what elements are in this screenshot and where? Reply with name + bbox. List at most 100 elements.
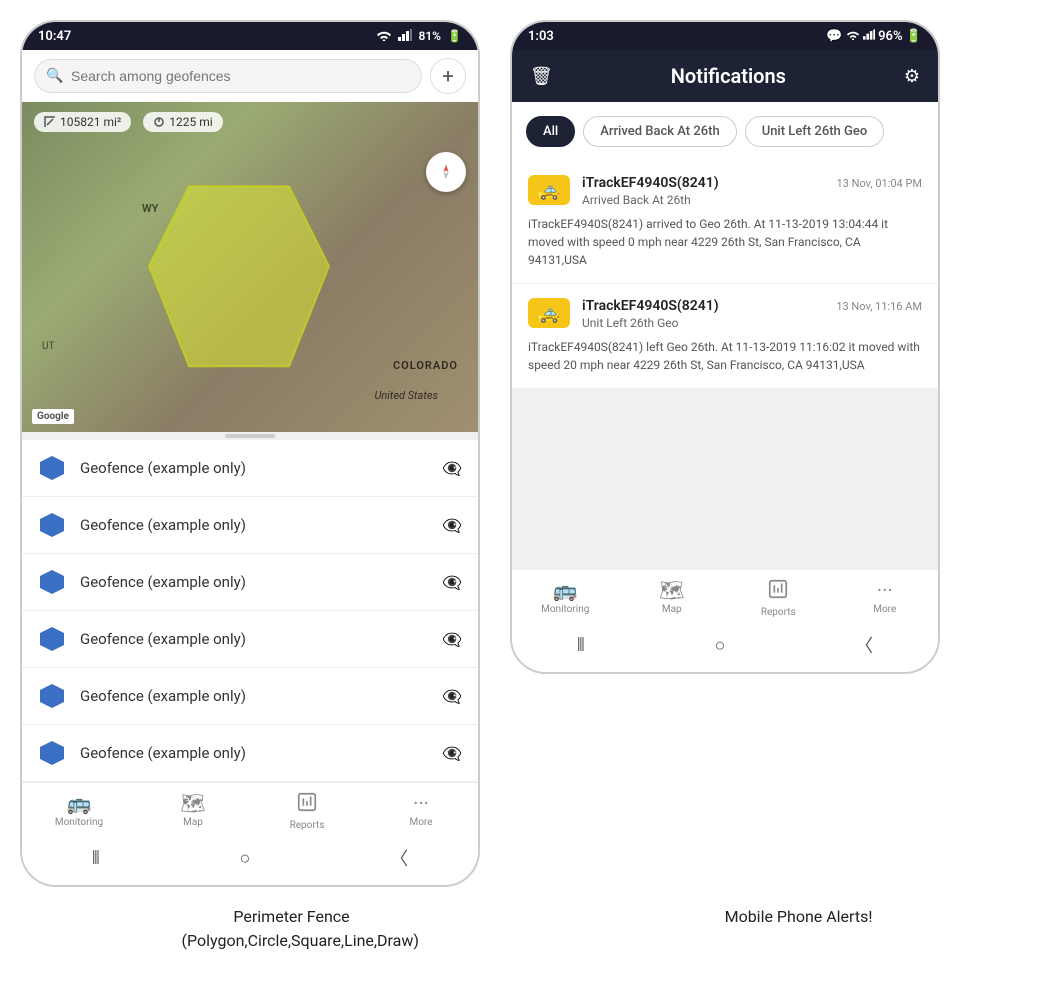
- more-icon-right: ···: [877, 578, 893, 602]
- map-stats: 105821 mi² 1225 mi: [34, 112, 223, 132]
- geofence-label-3: Geofence (example only): [80, 573, 428, 591]
- search-container: 🔍: [34, 59, 422, 93]
- notification-body-2: iTrackEF4940S(8241) left Geo 26th. At 11…: [528, 338, 922, 374]
- map-area: 105821 mi² 1225 mi: [22, 102, 478, 432]
- geofence-shape-icon: [38, 454, 66, 482]
- geofence-shape-icon: [38, 568, 66, 596]
- notification-item-1[interactable]: 🚕 iTrackEF4940S(8241) 13 Nov, 01:04 PM A…: [512, 161, 938, 284]
- home-button-right[interactable]: ○: [715, 635, 726, 656]
- notification-list: 🚕 iTrackEF4940S(8241) 13 Nov, 01:04 PM A…: [512, 161, 938, 389]
- car-avatar-1: 🚕: [528, 175, 570, 205]
- notification-body-1: iTrackEF4940S(8241) arrived to Geo 26th.…: [528, 215, 922, 269]
- recent-apps-button-right[interactable]: ⦀: [577, 635, 585, 656]
- nav-map-left[interactable]: 🗺 Map: [163, 791, 223, 831]
- wifi-icon: [376, 29, 392, 44]
- nav-reports-left[interactable]: Reports: [277, 791, 337, 831]
- compass-button[interactable]: [426, 152, 466, 192]
- geofence-item-4[interactable]: Geofence (example only) 👁‍🗨: [22, 611, 478, 668]
- country-label: United States: [374, 389, 438, 402]
- visibility-toggle-3[interactable]: 👁‍🗨: [442, 573, 462, 592]
- device-name-2: iTrackEF4940S(8241): [582, 298, 719, 314]
- settings-icon[interactable]: ⚙: [904, 66, 920, 87]
- system-nav-left: ⦀ ○ 〈: [22, 835, 478, 885]
- car-avatar-2: 🚕: [528, 298, 570, 328]
- visibility-toggle-2[interactable]: 👁‍🗨: [442, 516, 462, 535]
- captions: Perimeter Fence(Polygon,Circle,Square,Li…: [20, 905, 1034, 953]
- geofence-shape-icon: [38, 682, 66, 710]
- geofence-label-6: Geofence (example only): [80, 744, 428, 762]
- left-phone: 10:47 81%: [20, 20, 480, 887]
- left-caption: Perimeter Fence(Polygon,Circle,Square,Li…: [182, 905, 402, 953]
- notification-time-1: 13 Nov, 01:04 PM: [837, 177, 922, 190]
- notification-info-2: iTrackEF4940S(8241) 13 Nov, 11:16 AM Uni…: [582, 298, 922, 330]
- filter-arrived[interactable]: Arrived Back At 26th: [583, 116, 736, 147]
- geofence-item-6[interactable]: Geofence (example only) 👁‍🗨: [22, 725, 478, 782]
- map-icon-right: 🗺: [659, 578, 684, 602]
- recent-apps-button[interactable]: ⦀: [92, 848, 100, 869]
- geofence-list: Geofence (example only) 👁‍🗨 Geofence (ex…: [22, 440, 478, 782]
- geofence-shape-icon: [38, 739, 66, 767]
- nav-reports-label: Reports: [290, 820, 325, 831]
- nav-more-left[interactable]: ··· More: [391, 791, 451, 831]
- nav-map-label: Map: [183, 817, 203, 828]
- visibility-toggle-1[interactable]: 👁‍🗨: [442, 459, 462, 478]
- status-bar-left: 10:47 81%: [22, 22, 478, 50]
- geofence-item-3[interactable]: Geofence (example only) 👁‍🗨: [22, 554, 478, 611]
- nav-reports-right[interactable]: Reports: [748, 578, 808, 618]
- visibility-toggle-6[interactable]: 👁‍🗨: [442, 744, 462, 763]
- search-bar: 🔍 +: [22, 50, 478, 102]
- geofence-item-1[interactable]: Geofence (example only) 👁‍🗨: [22, 440, 478, 497]
- right-phone: 1:03 💬: [510, 20, 940, 674]
- geofence-shape-icon: [38, 625, 66, 653]
- geofence-label-2: Geofence (example only): [80, 516, 428, 534]
- nav-monitoring-label: Monitoring: [55, 817, 103, 828]
- geofence-item-2[interactable]: Geofence (example only) 👁‍🗨: [22, 497, 478, 554]
- state-label-co: COLORADO: [393, 359, 458, 372]
- geofence-item-5[interactable]: Geofence (example only) 👁‍🗨: [22, 668, 478, 725]
- visibility-toggle-4[interactable]: 👁‍🗨: [442, 630, 462, 649]
- scroll-indicator: [22, 432, 478, 440]
- nav-map-right[interactable]: 🗺 Map: [642, 578, 702, 618]
- home-button[interactable]: ○: [240, 848, 251, 869]
- nav-more-label-right: More: [873, 604, 896, 615]
- filter-all[interactable]: All: [526, 116, 575, 147]
- geofence-label-1: Geofence (example only): [80, 459, 428, 477]
- visibility-toggle-5[interactable]: 👁‍🗨: [442, 687, 462, 706]
- google-logo: Google: [32, 409, 74, 424]
- search-input[interactable]: [34, 59, 422, 93]
- filter-tabs: All Arrived Back At 26th Unit Left 26th …: [512, 102, 938, 161]
- device-name-1: iTrackEF4940S(8241): [582, 175, 719, 191]
- state-label-ut: UT: [42, 341, 54, 352]
- notification-item-2[interactable]: 🚕 iTrackEF4940S(8241) 13 Nov, 11:16 AM U…: [512, 284, 938, 389]
- distance-stat: 1225 mi: [143, 112, 222, 132]
- notification-info-1: iTrackEF4940S(8241) 13 Nov, 01:04 PM Arr…: [582, 175, 922, 207]
- state-label-wy: WY: [142, 202, 158, 215]
- filter-left[interactable]: Unit Left 26th Geo: [745, 116, 885, 147]
- back-button-right[interactable]: 〈: [855, 632, 873, 658]
- notifications-title: Notifications: [671, 64, 786, 88]
- notification-subtitle-1: Arrived Back At 26th: [582, 193, 922, 207]
- battery-left: 81%: [418, 29, 441, 43]
- nav-monitoring-left[interactable]: 🚌 Monitoring: [49, 791, 109, 831]
- map-icon: 🗺: [180, 791, 205, 815]
- delete-icon[interactable]: 🗑: [530, 66, 553, 87]
- back-button[interactable]: 〈: [390, 845, 408, 871]
- monitoring-icon: 🚌: [67, 791, 92, 815]
- add-geofence-button[interactable]: +: [430, 58, 466, 94]
- bottom-nav-right: 🚌 Monitoring 🗺 Map Reports: [512, 569, 938, 622]
- nav-map-label-right: Map: [662, 604, 682, 615]
- time-left: 10:47: [38, 29, 71, 44]
- nav-monitoring-right[interactable]: 🚌 Monitoring: [535, 578, 595, 618]
- nav-monitoring-label-right: Monitoring: [541, 604, 589, 615]
- geofence-shape-icon: [38, 511, 66, 539]
- reports-icon: [296, 791, 318, 818]
- area-stat: 105821 mi²: [34, 112, 131, 132]
- geofence-label-5: Geofence (example only): [80, 687, 428, 705]
- nav-more-right[interactable]: ··· More: [855, 578, 915, 618]
- battery-icon-left: 🔋: [447, 29, 462, 43]
- notifications-header: 🗑 Notifications ⚙: [512, 50, 938, 102]
- search-icon: 🔍: [46, 68, 63, 84]
- signal-bars-right: [863, 29, 878, 44]
- battery-icon-right: 🔋: [906, 29, 922, 44]
- bottom-nav-left: 🚌 Monitoring 🗺 Map Reports: [22, 782, 478, 835]
